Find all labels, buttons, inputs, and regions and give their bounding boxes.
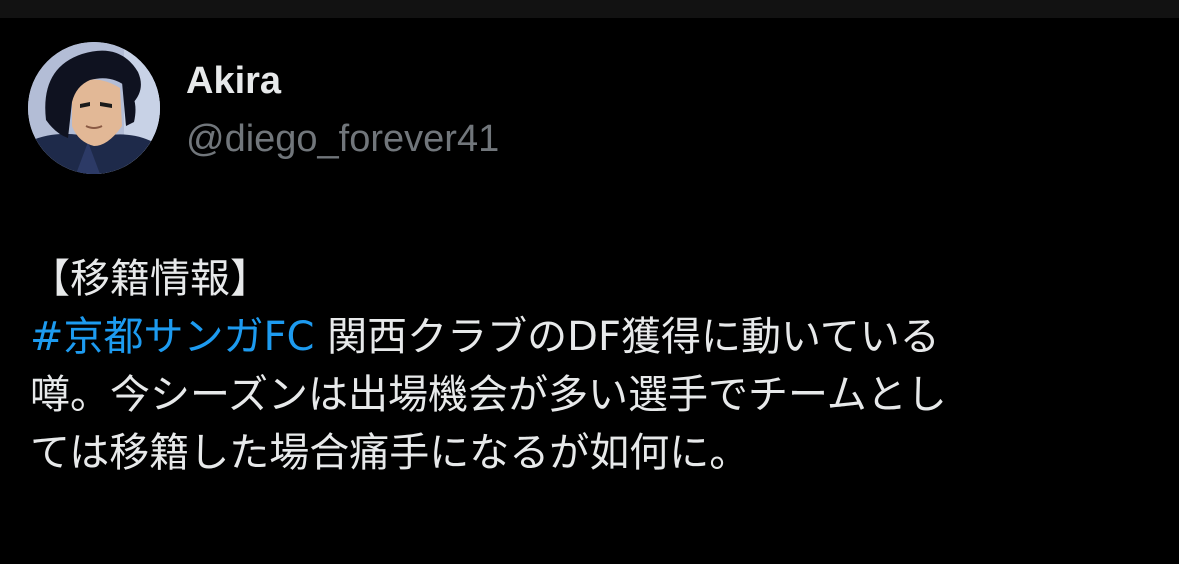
top-divider-bar [0,0,1179,18]
author-display-name[interactable]: Akira [186,58,281,104]
avatar-icon [28,42,160,174]
tweet-heading: 【移籍情報】 [30,256,270,302]
tweet-line-3: ては移籍した場合痛手になるが如何に。 [30,430,750,476]
author-handle[interactable]: @diego_forever41 [186,116,499,162]
tweet-line-1: #京都サンガFC 関西クラブのDF獲得に動いている [30,308,1150,366]
avatar[interactable] [28,42,160,174]
tweet-text: 【移籍情報】 #京都サンガFC 関西クラブのDF獲得に動いている 噂。今シーズン… [30,250,1150,482]
tweet-line-2: 噂。今シーズンは出場機会が多い選手でチームとし [30,372,947,418]
tweet-line-1-text: 関西クラブのDF獲得に動いている [314,314,940,360]
hashtag-link[interactable]: #京都サンガFC [30,314,314,360]
tweet-card: Akira @diego_forever41 【移籍情報】 #京都サンガFC 関… [0,18,1179,564]
